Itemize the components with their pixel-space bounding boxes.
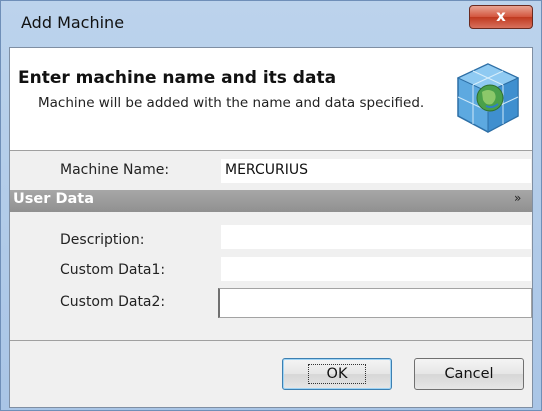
collapse-chevron-icon[interactable]: » <box>514 191 521 205</box>
header-description: Machine will be added with the name and … <box>38 95 425 111</box>
add-machine-dialog: Add Machine x Enter machine name and its… <box>0 0 542 411</box>
ok-button[interactable]: OK <box>282 358 392 390</box>
cancel-button[interactable]: Cancel <box>414 358 524 390</box>
description-input[interactable] <box>220 224 532 250</box>
custom-data2-label: Custom Data2: <box>60 294 166 310</box>
description-label: Description: <box>60 232 145 248</box>
title-bar[interactable]: Add Machine x <box>1 1 541 47</box>
machine-name-label: Machine Name: <box>60 162 170 178</box>
ok-button-label: OK <box>307 364 367 384</box>
dialog-header: Enter machine name and its data Machine … <box>10 48 532 151</box>
window-title: Add Machine <box>21 13 125 32</box>
cancel-button-label: Cancel <box>444 366 494 382</box>
dialog-client-area: Enter machine name and its data Machine … <box>9 47 533 408</box>
close-button[interactable]: x <box>469 5 533 29</box>
user-data-section-header[interactable]: User Data » <box>10 190 532 212</box>
machine-name-input[interactable]: MERCURIUS <box>220 158 532 184</box>
close-icon: x <box>496 7 506 25</box>
header-title: Enter machine name and its data <box>18 68 337 88</box>
footer-separator <box>10 340 532 341</box>
globe-cube-icon <box>456 63 520 133</box>
custom-data2-input[interactable] <box>218 288 532 318</box>
custom-data1-label: Custom Data1: <box>60 262 166 278</box>
section-title: User Data <box>13 191 94 207</box>
custom-data1-input[interactable] <box>220 256 532 282</box>
